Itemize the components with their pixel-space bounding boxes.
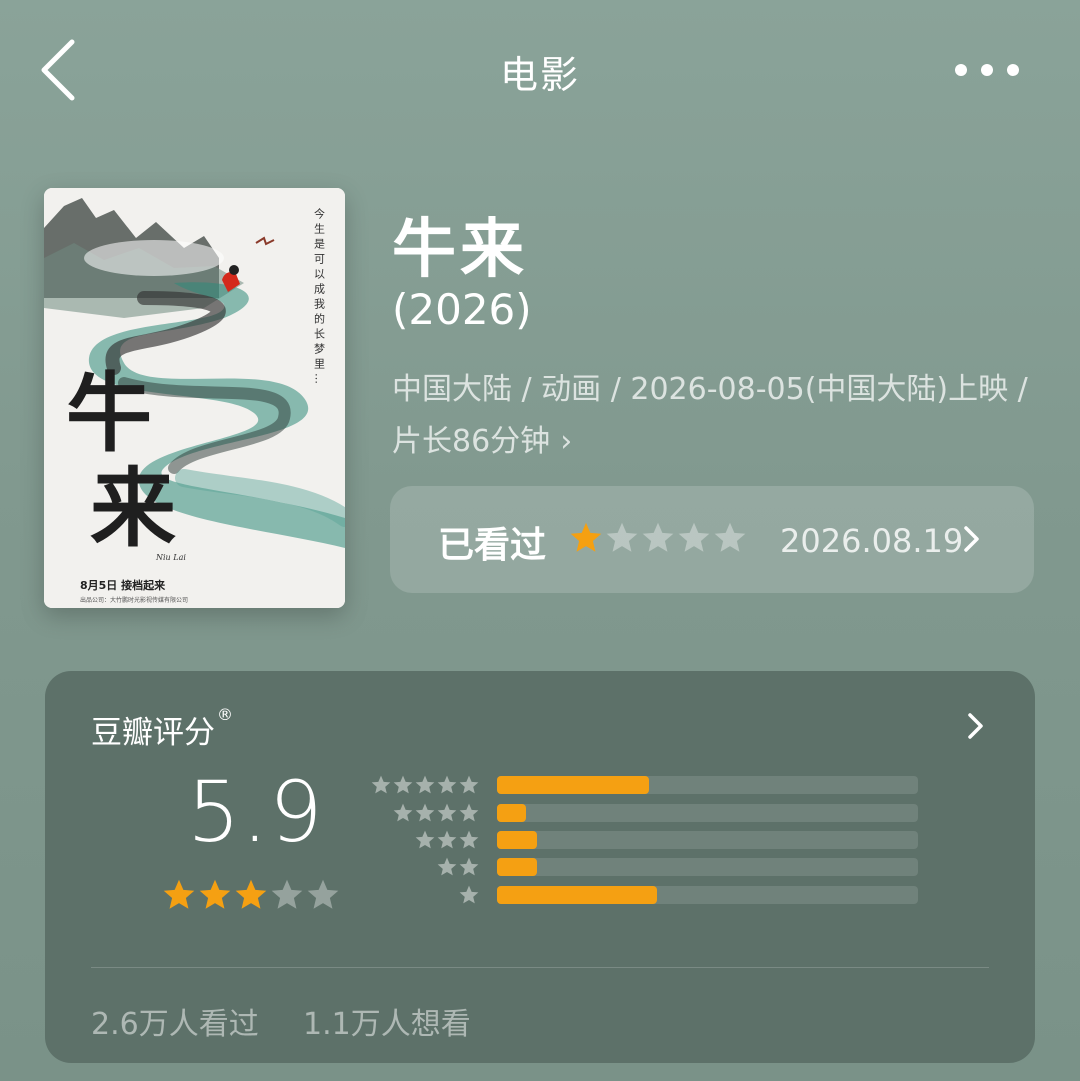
watched-date: 2026.08.19 (780, 522, 964, 560)
poster-glyph-2: 来 (90, 458, 176, 559)
user-rating-stars (568, 520, 748, 556)
distribution-stars (436, 856, 480, 878)
poster-release-line: 8月5日 接档起来 (80, 578, 166, 592)
star-empty-icon (642, 522, 674, 552)
card-divider (91, 967, 989, 968)
distribution-stars (370, 774, 480, 796)
rating-heading: 豆瓣评分® (91, 705, 233, 752)
distribution-stars (392, 802, 480, 824)
movie-meta-text: 中国大陆 / 动画 / 2026-08-05(中国大陆)上映 / 片长86分钟 (392, 372, 1028, 459)
watched-status-button[interactable]: 已看过 2026.08.19 (390, 486, 1034, 593)
star-filled-icon (163, 879, 195, 909)
watched-label: 已看过 (438, 525, 547, 566)
star-empty-icon (606, 522, 638, 552)
distribution-bar-track (497, 858, 918, 876)
rating-card[interactable]: 豆瓣评分® 5.9 2.6万人看过 1.1万人想看 (45, 671, 1035, 1063)
chevron-right-icon[interactable] (967, 711, 985, 741)
watched-count[interactable]: 2.6万人看过 (91, 999, 259, 1043)
star-empty-icon (714, 522, 746, 552)
score-stars (161, 877, 341, 913)
star-empty-icon (307, 879, 339, 909)
distribution-bar-fill (497, 776, 649, 794)
poster-vertical-text: 今生是可以成我的长梦里… (313, 207, 326, 388)
poster-glyph-1: 牛 (66, 363, 152, 464)
ellipsis-icon (955, 64, 1019, 76)
star-icon (415, 830, 435, 849)
page-title: 电影 (499, 53, 580, 97)
distribution-bar-fill (497, 886, 657, 904)
top-bar: 电影 (0, 0, 1080, 140)
star-filled-icon (235, 879, 267, 909)
distribution-row-5-star (371, 775, 920, 794)
rating-heading-text: 豆瓣评分 (91, 715, 215, 751)
distribution-bar-track (497, 886, 918, 904)
chevron-right-icon (964, 526, 979, 552)
distribution-row-3-star (375, 829, 920, 851)
distribution-row-1-star (375, 884, 920, 906)
star-icon (415, 803, 435, 822)
distribution-bar-fill (497, 831, 537, 849)
star-icon (415, 775, 435, 794)
distribution-stars (414, 829, 480, 851)
distribution-bar-track (497, 831, 918, 849)
poster-pinyin: Niu Lai (155, 553, 186, 562)
star-icon (393, 775, 413, 794)
distribution-bar-track (497, 776, 918, 794)
more-button[interactable] (952, 56, 1022, 84)
distribution-row-2-star (375, 856, 920, 878)
star-icon (437, 857, 457, 876)
star-empty-icon (678, 522, 710, 552)
star-icon (437, 830, 457, 849)
poster-artwork: 今生是可以成我的长梦里… 牛 来 Niu Lai 8月5日 接档起来 出品公司：… (44, 188, 345, 608)
rating-score: 5.9 (187, 763, 324, 861)
movie-poster[interactable]: 今生是可以成我的长梦里… 牛 来 Niu Lai 8月5日 接档起来 出品公司：… (44, 188, 345, 608)
star-filled-icon (570, 522, 602, 552)
distribution-row-4-star (375, 802, 920, 824)
poster-credit-line: 出品公司：大竹鹏时光影视传媒有限公司 (80, 596, 188, 604)
distribution-bar-track (497, 804, 918, 822)
movie-title: 牛来 (392, 213, 528, 287)
movie-year: (2026) (392, 285, 532, 334)
star-icon (393, 803, 413, 822)
movie-meta[interactable]: 中国大陆 / 动画 / 2026-08-05(中国大陆)上映 / 片长86分钟 › (392, 364, 1052, 468)
star-icon (437, 775, 457, 794)
registered-mark: ® (217, 705, 233, 724)
star-icon (459, 803, 479, 822)
distribution-bar-fill (497, 858, 537, 876)
chevron-right-icon: › (560, 424, 573, 459)
star-icon (459, 775, 479, 794)
distribution-stars (458, 884, 480, 906)
star-icon (371, 775, 391, 794)
star-icon (459, 857, 479, 876)
wish-count[interactable]: 1.1万人想看 (303, 999, 471, 1043)
star-icon (459, 885, 479, 904)
distribution-bar-fill (497, 804, 527, 822)
star-icon (459, 830, 479, 849)
star-icon (437, 803, 457, 822)
star-empty-icon (271, 879, 303, 909)
star-filled-icon (199, 879, 231, 909)
